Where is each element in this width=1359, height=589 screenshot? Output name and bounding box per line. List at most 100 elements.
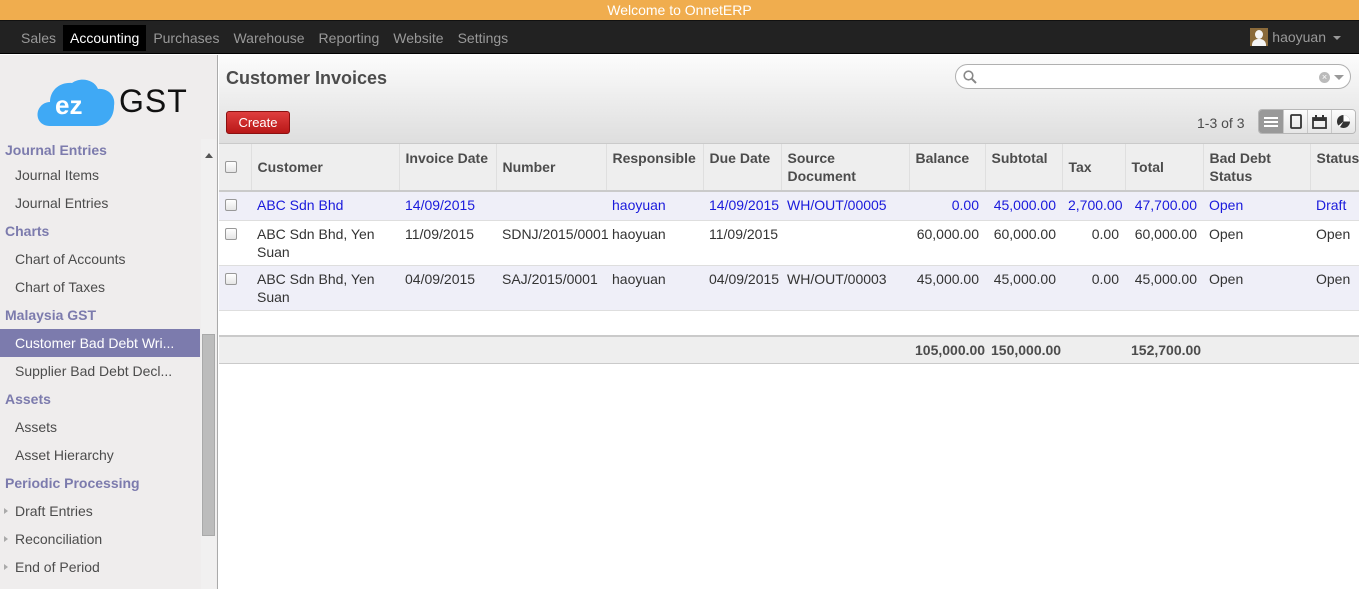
cell-status: Open [1310,265,1359,311]
table-row[interactable]: ABC Sdn Bhd 14/09/2015 haoyuan 14/09/201… [219,191,1359,221]
cell-total: 47,700.00 [1125,191,1203,221]
column-header-bad-debt-status[interactable]: Bad Debt Status [1202,144,1310,192]
main-menu: Sales Accounting Purchases Warehouse Rep… [14,25,515,51]
cell-subtotal: 45,000.00 [985,191,1062,221]
cell-source-document [781,220,909,266]
sidebar-section-charts: Charts [5,223,50,239]
column-header-balance[interactable]: Balance [908,144,985,192]
column-header-customer[interactable]: Customer [250,144,399,192]
sidebar-item-assets[interactable]: Assets [0,413,200,441]
create-button[interactable]: Create [226,111,290,134]
sidebar-item-journal-items[interactable]: Journal Items [0,161,200,189]
column-header-total[interactable]: Total [1124,144,1203,192]
cell-tax: 0.00 [1062,265,1125,311]
expand-arrow-icon[interactable] [4,564,8,570]
menu-reporting[interactable]: Reporting [312,25,387,51]
search-input[interactable] [980,68,1300,86]
total-subtotal: 150,000.00 [985,336,1062,364]
sidebar-item-customer-bad-debt[interactable]: Customer Bad Debt Wri... [0,329,200,357]
sidebar-item-asset-hierarchy[interactable]: Asset Hierarchy [0,441,200,469]
row-select-cell [219,265,251,311]
search-box[interactable]: × [955,64,1351,89]
sidebar-item-label: Reconciliation [15,531,103,547]
control-panel: Customer Invoices Create × 1-3 of 3 [219,55,1359,144]
sidebar-item-chart-of-taxes[interactable]: Chart of Taxes [0,273,200,301]
clear-search-icon[interactable]: × [1319,72,1330,83]
column-header-subtotal[interactable]: Subtotal [984,144,1062,192]
row-select-cell [219,220,251,266]
empty-row [219,310,1359,337]
column-header-due-date[interactable]: Due Date [702,144,781,192]
expand-arrow-icon[interactable] [4,508,8,514]
column-header-tax[interactable]: Tax [1061,144,1125,192]
calendar-view-button[interactable] [1307,110,1331,133]
cell-status: Draft [1310,191,1359,221]
row-checkbox[interactable] [225,272,237,285]
cell-invoice-date: 04/09/2015 [399,265,496,311]
top-navbar: Sales Accounting Purchases Warehouse Rep… [0,21,1359,54]
sidebar-item-supplier-bad-debt[interactable]: Supplier Bad Debt Decl... [0,357,200,385]
column-header-status[interactable]: Status [1309,144,1359,192]
menu-warehouse[interactable]: Warehouse [226,25,311,51]
sidebar-item-draft-entries[interactable]: Draft Entries [0,497,200,525]
user-menu[interactable]: haoyuan [1250,28,1341,46]
cell-source-document: WH/OUT/00005 [781,191,909,221]
sidebar-item-label: End of Period [15,559,100,575]
menu-accounting[interactable]: Accounting [63,25,147,51]
cell-responsible: haoyuan [606,220,703,266]
pager-value[interactable]: 1-3 of 3 [1197,115,1244,131]
sidebar-section-malaysia-gst: Malaysia GST [5,307,97,323]
list-view-button[interactable] [1259,110,1283,133]
column-header-source-document[interactable]: Source Document [780,144,909,192]
search-options-chevron-icon[interactable] [1334,75,1344,80]
table-row[interactable]: ABC Sdn Bhd, Yen Suan 04/09/2015 SAJ/201… [219,265,1359,311]
calendar-view-icon [1312,114,1327,129]
select-all-checkbox[interactable] [225,160,237,173]
graph-view-button[interactable] [1331,110,1355,133]
menu-sales[interactable]: Sales [14,25,63,51]
cell-subtotal: 60,000.00 [985,220,1062,266]
main-content: Customer Invoices Create × 1-3 of 3 Cust… [219,55,1359,589]
table-row[interactable]: ABC Sdn Bhd, Yen Suan 11/09/2015 SDNJ/20… [219,220,1359,266]
sidebar-item-chart-of-accounts[interactable]: Chart of Accounts [0,245,200,273]
sidebar-item-end-of-period[interactable]: End of Period [0,553,200,581]
sidebar-section-journal-entries: Journal Entries [5,142,107,158]
cell-responsible: haoyuan [606,265,703,311]
search-icon [963,70,977,84]
column-header-number[interactable]: Number [495,144,606,192]
column-header-responsible[interactable]: Responsible [605,144,703,192]
table-header: Customer Invoice Date Number Responsible… [219,144,1359,192]
invoice-table: Customer Invoice Date Number Responsible… [219,144,1359,364]
menu-purchases[interactable]: Purchases [146,25,226,51]
form-view-button[interactable] [1283,110,1307,133]
cell-total: 45,000.00 [1125,265,1203,311]
menu-website[interactable]: Website [386,25,450,51]
sidebar-scrollbar[interactable] [201,139,216,589]
column-header-invoice-date[interactable]: Invoice Date [398,144,496,192]
cell-customer: ABC Sdn Bhd, Yen Suan [251,265,399,311]
user-name: haoyuan [1272,29,1326,45]
cell-source-document: WH/OUT/00003 [781,265,909,311]
sidebar-item-reconciliation[interactable]: Reconciliation [0,525,200,553]
svg-text:ez: ez [55,90,82,120]
row-checkbox[interactable] [225,227,237,240]
list-view-icon [1264,116,1278,127]
sidebar-item-journal-entries[interactable]: Journal Entries [0,189,200,217]
menu-settings[interactable]: Settings [451,25,516,51]
cell-total: 60,000.00 [1125,220,1203,266]
company-logo[interactable]: ez GST [0,55,217,143]
welcome-banner: Welcome to OnnetERP [0,0,1359,21]
scroll-up-icon[interactable] [205,153,213,158]
cell-tax: 0.00 [1062,220,1125,266]
user-avatar-icon [1250,28,1269,46]
row-checkbox[interactable] [225,199,237,211]
scrollbar-thumb[interactable] [202,334,215,536]
view-switcher [1258,109,1356,134]
row-select-cell [219,191,251,221]
cell-status: Open [1310,220,1359,266]
cell-balance: 45,000.00 [909,265,985,311]
cell-bad-debt-status: Open [1203,191,1310,221]
cell-balance: 0.00 [909,191,985,221]
sidebar-item-label: Draft Entries [15,503,93,519]
expand-arrow-icon[interactable] [4,536,8,542]
